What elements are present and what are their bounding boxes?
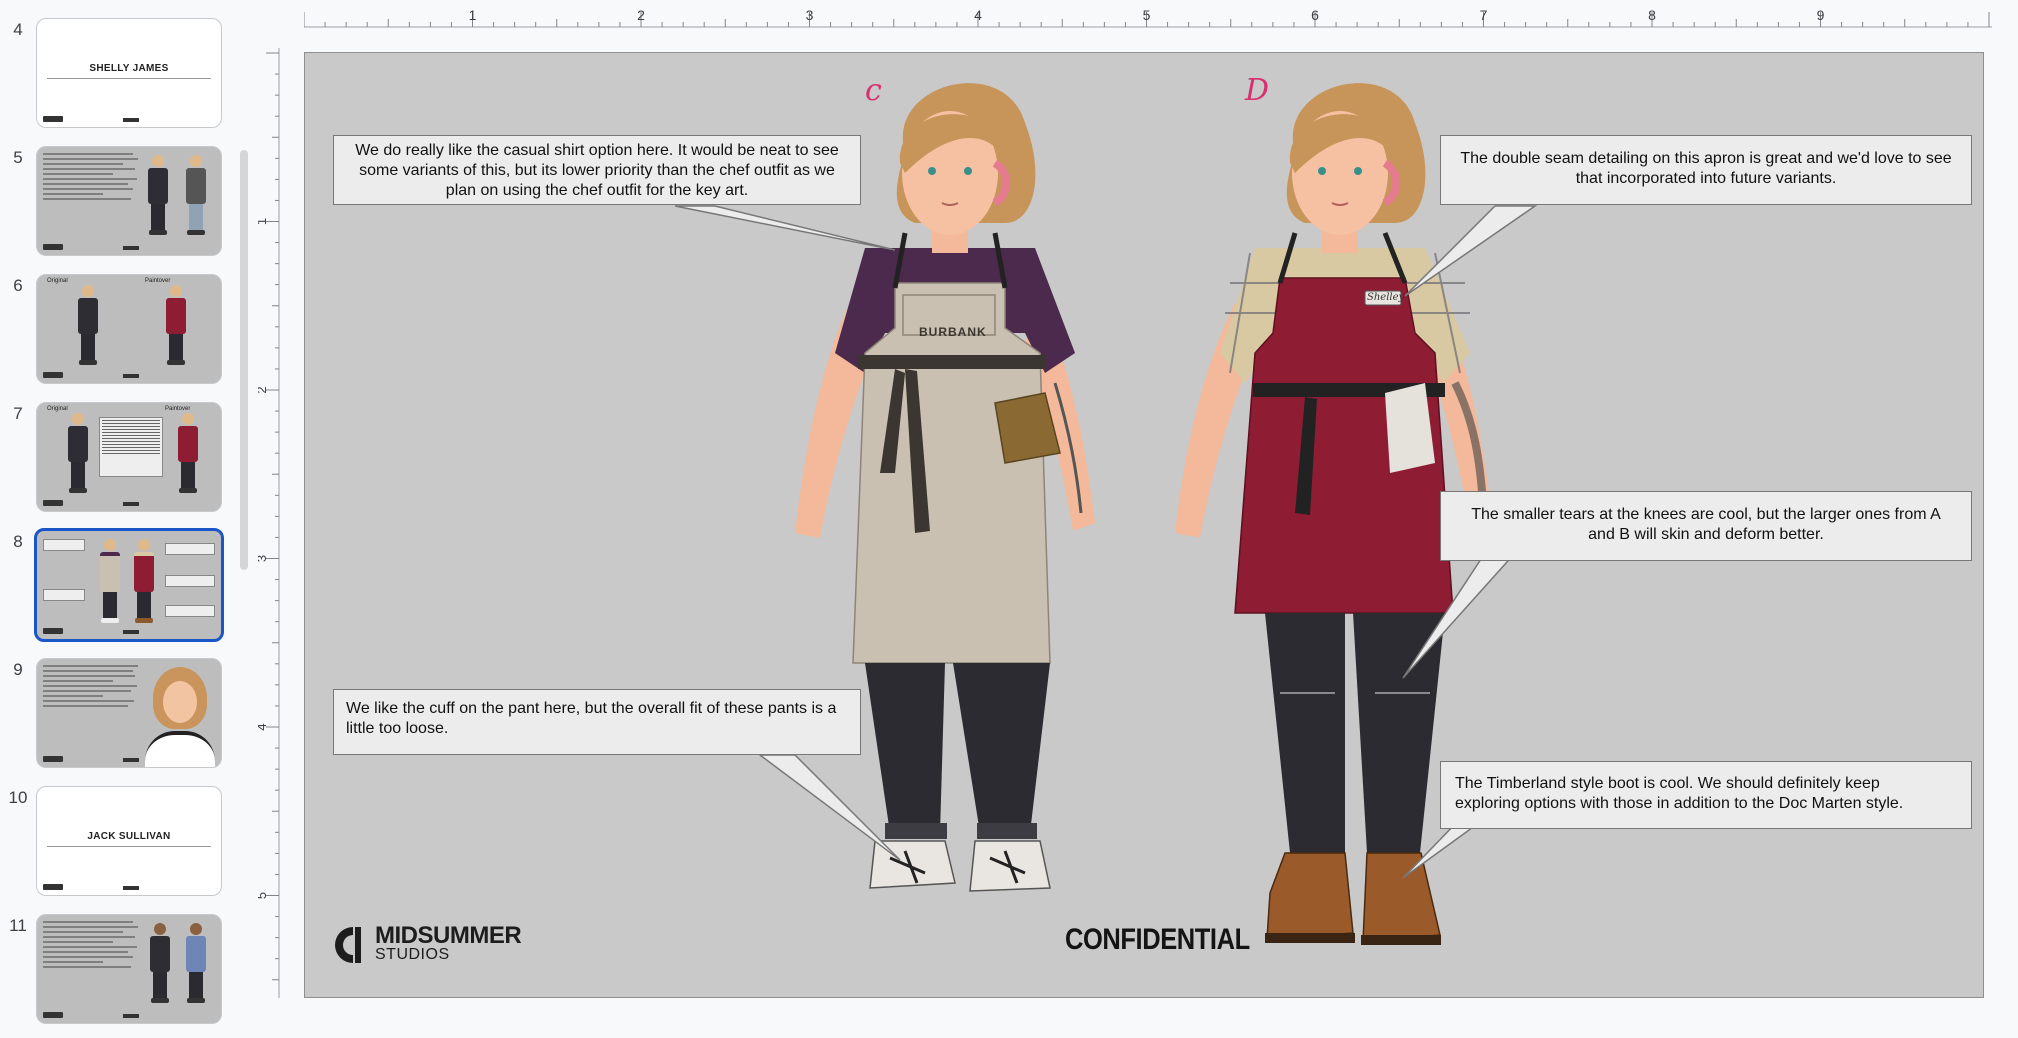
thumbnail-callout xyxy=(43,589,85,601)
ruler-label: 6 xyxy=(1311,7,1319,23)
slide-thumbnail[interactable] xyxy=(36,658,222,768)
thumbnail-figure xyxy=(77,285,99,365)
slide-thumbnail-selected[interactable] xyxy=(34,528,224,642)
ruler-label: 1 xyxy=(469,7,477,23)
name-tag: Shelley xyxy=(1367,292,1405,303)
slide-number: 7 xyxy=(13,404,23,423)
callout-line: The Timberland style boot is cool. We sh… xyxy=(1455,775,1880,792)
ruler-label: 2 xyxy=(637,7,645,23)
slide-thumbnail[interactable]: Original Paintover xyxy=(36,402,222,512)
thumbnail-figure xyxy=(147,155,169,235)
ruler-label: 7 xyxy=(1480,7,1488,23)
thumbnail-portrait-face xyxy=(163,681,197,723)
ruler-label: 2 xyxy=(258,386,269,393)
thumbnail-label: Original xyxy=(47,278,68,284)
slide-number: 8 xyxy=(13,532,23,551)
thumbnail-confidential xyxy=(123,118,139,122)
thumbnail-rule xyxy=(47,846,211,847)
thumbnail-callout xyxy=(165,575,215,587)
filmstrip-slide[interactable]: 4 SHELLY JAMES xyxy=(0,18,240,132)
thumbnail-title: SHELLY JAMES xyxy=(89,63,169,74)
callout-line: little too loose. xyxy=(346,720,449,737)
filmstrip-slide-current[interactable]: 8 xyxy=(0,528,240,644)
horizontal-ruler[interactable]: 1 2 3 4 5 6 7 8 9 xyxy=(304,0,1992,32)
ruler-label: 9 xyxy=(1817,7,1825,23)
thumbnail-callout xyxy=(165,605,215,617)
callout-line: We do really like the casual shirt optio… xyxy=(355,142,839,159)
thumbnail-figure xyxy=(185,923,207,1003)
vertical-ruler[interactable]: 1 2 3 4 5 xyxy=(258,48,280,998)
midsummer-studios-logo: MIDSUMMER STUDIOS xyxy=(335,923,535,967)
apron-text: BURBANK xyxy=(919,325,987,339)
ruler-label: 3 xyxy=(806,7,814,23)
ruler-label: 8 xyxy=(1648,7,1656,23)
thumbnail-callout xyxy=(165,543,215,555)
callout-line: that incorporated into future variants. xyxy=(1575,170,1837,187)
callout-line: and B will skin and deform better. xyxy=(1588,526,1824,543)
logo-line2: STUDIOS xyxy=(375,946,450,963)
slide-number: 5 xyxy=(13,148,23,167)
thumbnail-text xyxy=(43,921,143,971)
slide-number: 6 xyxy=(13,276,23,295)
slide-number: 4 xyxy=(13,20,23,39)
callout-tears[interactable]: The smaller tears at the knees are cool,… xyxy=(1440,491,1972,561)
variant-letter-c: c xyxy=(865,73,882,108)
thumbnail-label: Paintover xyxy=(145,278,171,284)
ruler-label: 4 xyxy=(974,7,982,23)
thumbnail-title: JACK SULLIVAN xyxy=(87,831,171,842)
thumbnail-rule xyxy=(47,78,211,79)
thumbnail-figure xyxy=(177,413,199,493)
thumbnail-text xyxy=(43,153,143,203)
ruler-label: 5 xyxy=(258,892,269,899)
slide-number: 11 xyxy=(9,916,27,935)
midsummer-logo-icon xyxy=(335,927,361,963)
ruler-label: 3 xyxy=(258,555,269,562)
callout-shirt[interactable]: We do really like the casual shirt optio… xyxy=(333,135,861,205)
slide-thumbnail[interactable]: SHELLY JAMES xyxy=(36,18,222,128)
filmstrip-slide[interactable]: 10 JACK SULLIVAN xyxy=(0,786,240,900)
ruler-label: 5 xyxy=(1143,7,1151,23)
thumbnail-figure xyxy=(165,285,187,365)
filmstrip-scrollbar[interactable] xyxy=(240,150,248,570)
callout-pants[interactable]: We like the cuff on the pant here, but t… xyxy=(333,689,861,755)
thumbnail-label: Paintover xyxy=(165,406,191,412)
slide-thumbnail[interactable] xyxy=(36,146,222,256)
slide-canvas[interactable]: c D BURBANK Shelley We do really like th… xyxy=(304,52,1984,998)
thumbnail-text xyxy=(43,665,143,710)
slide-thumbnail[interactable]: Original Paintover xyxy=(36,274,222,384)
ruler-label: 1 xyxy=(258,218,269,225)
callout-line: exploring options with those in addition… xyxy=(1455,795,1904,812)
thumbnail-portrait-shirt xyxy=(145,731,215,767)
thumbnail-figure xyxy=(133,539,155,623)
thumbnail-figure xyxy=(67,413,89,493)
callout-line: plan on using the chef outfit for the ke… xyxy=(445,182,749,199)
callout-line: We like the cuff on the pant here, but t… xyxy=(346,700,837,717)
thumbnail-figure xyxy=(185,155,207,235)
thumbnail-callout xyxy=(43,539,85,551)
callout-line: The smaller tears at the knees are cool,… xyxy=(1471,506,1941,523)
slide-thumbnail[interactable]: JACK SULLIVAN xyxy=(36,786,222,896)
thumbnail-notes xyxy=(99,417,163,477)
filmstrip-slide[interactable]: 6 Original Paintover xyxy=(0,274,240,388)
callout-seam[interactable]: The double seam detailing on this apron … xyxy=(1440,135,1972,205)
confidential-label: CONFIDENTIAL xyxy=(1065,923,1250,956)
callout-line: The double seam detailing on this apron … xyxy=(1460,150,1952,167)
slide-thumbnail[interactable] xyxy=(36,914,222,1024)
filmstrip-slide[interactable]: 9 xyxy=(0,658,240,772)
thumbnail-figure xyxy=(99,539,121,623)
filmstrip-slide[interactable]: 7 Original Paintover xyxy=(0,402,240,516)
variant-letter-d: D xyxy=(1245,73,1270,108)
ruler-label: 4 xyxy=(258,723,269,730)
slide-filmstrip: 4 SHELLY JAMES 5 6 Original Paintover 7 xyxy=(0,0,244,1038)
slide-number: 9 xyxy=(13,660,23,679)
thumbnail-label: Original xyxy=(47,406,68,412)
filmstrip-slide[interactable]: 5 xyxy=(0,146,240,260)
callout-line: some variants of this, but its lower pri… xyxy=(359,162,835,179)
filmstrip-slide[interactable]: 11 xyxy=(0,914,240,1026)
slide-number: 10 xyxy=(8,788,28,807)
thumbnail-logo xyxy=(43,116,63,122)
thumbnail-figure xyxy=(149,923,171,1003)
callout-boot[interactable]: The Timberland style boot is cool. We sh… xyxy=(1440,761,1972,829)
